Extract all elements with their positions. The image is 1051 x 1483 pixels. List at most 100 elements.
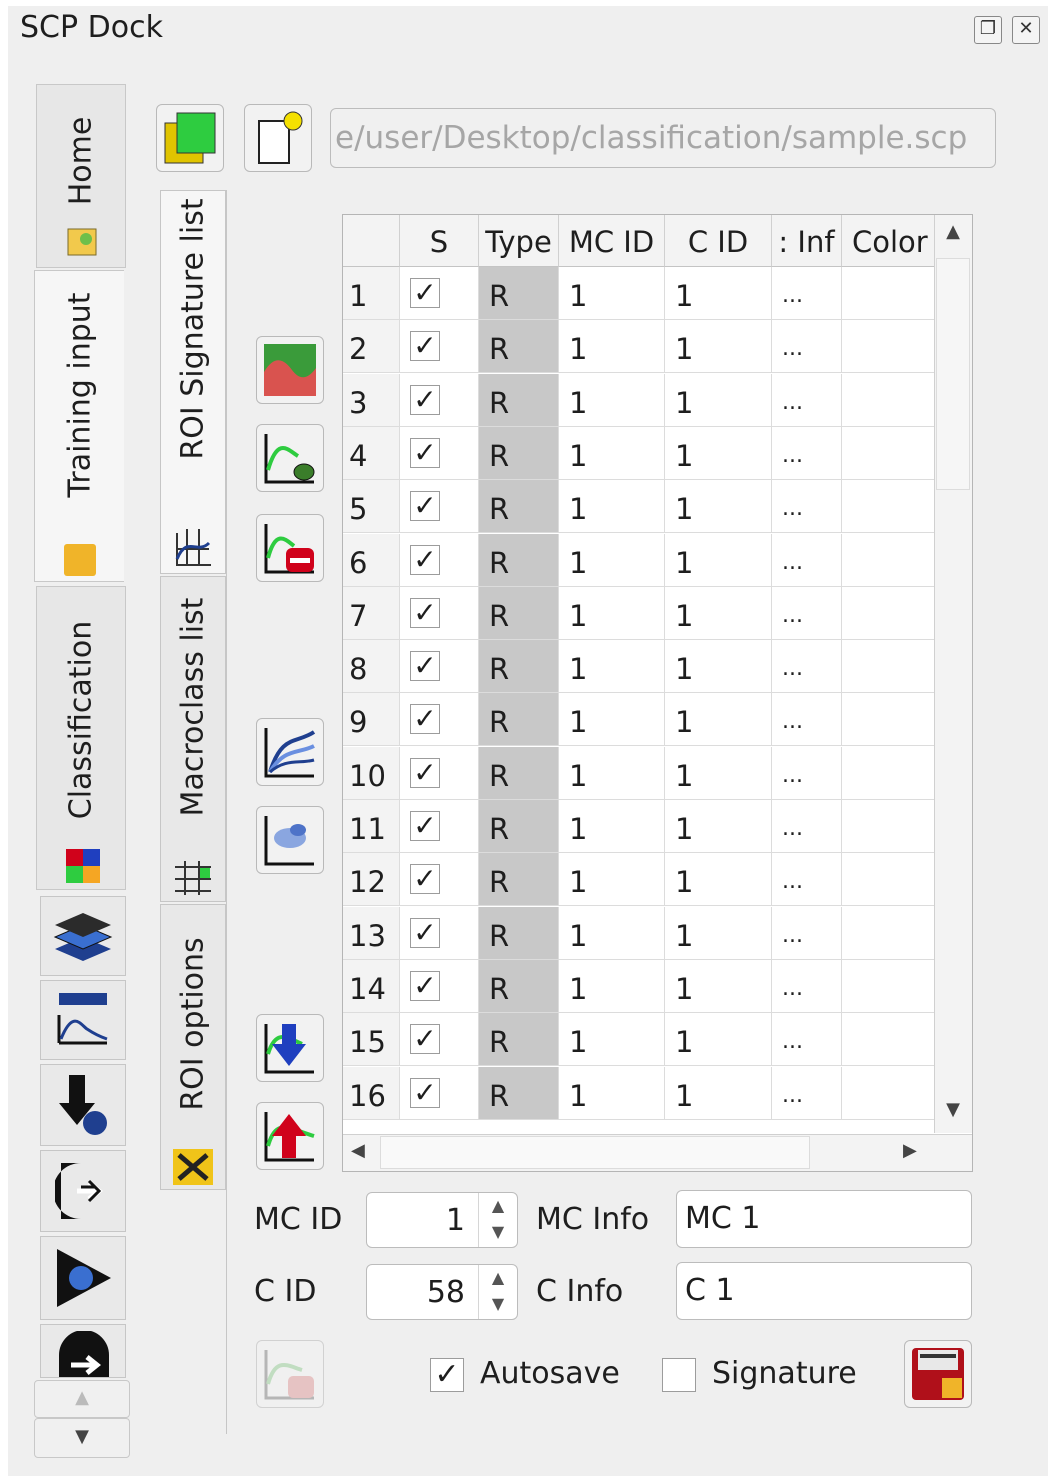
row-type[interactable]: R xyxy=(479,320,559,374)
row-info[interactable]: ... xyxy=(772,533,842,587)
table-row[interactable]: 1 ✓ R 1 1... xyxy=(343,267,937,320)
merge-spectral-signatures-button[interactable] xyxy=(256,336,324,404)
select-checkbox[interactable]: ✓ xyxy=(410,544,440,575)
row-color[interactable] xyxy=(842,906,936,960)
row-select-checkbox[interactable]: ✓ xyxy=(400,586,479,640)
select-checkbox[interactable]: ✓ xyxy=(410,331,440,362)
header-c-id[interactable]: C ID xyxy=(665,215,772,267)
mc-id-stepper-icon[interactable]: ▲ ▼ xyxy=(478,1193,517,1247)
select-checkbox[interactable]: ✓ xyxy=(410,917,440,948)
row-info[interactable]: ... xyxy=(772,426,842,480)
float-icon[interactable]: ❐ xyxy=(974,16,1002,44)
tab-home[interactable]: Home xyxy=(36,84,126,268)
table-row[interactable]: 13 ✓ R 1 1... xyxy=(343,906,937,960)
table-row[interactable]: 4 ✓ R 1 1... xyxy=(343,426,937,480)
row-color[interactable] xyxy=(842,426,936,480)
row-mc-id[interactable]: 1 xyxy=(559,959,665,1013)
row-select-checkbox[interactable]: ✓ xyxy=(400,426,479,480)
table-row[interactable]: 12 ✓ R 1 1... xyxy=(343,853,937,907)
delete-signature-button[interactable] xyxy=(256,514,324,582)
row-color[interactable] xyxy=(842,586,936,640)
horizontal-scrollbar-thumb[interactable] xyxy=(380,1136,810,1169)
row-type[interactable]: R xyxy=(479,267,559,320)
row-select-checkbox[interactable]: ✓ xyxy=(400,746,479,800)
row-type[interactable]: R xyxy=(479,533,559,587)
row-mc-id[interactable]: 1 xyxy=(559,426,665,480)
select-checkbox[interactable]: ✓ xyxy=(410,597,440,628)
row-type[interactable]: R xyxy=(479,853,559,907)
row-select-checkbox[interactable]: ✓ xyxy=(400,800,479,853)
table-row[interactable]: 16 ✓ R 1 1... xyxy=(343,1066,937,1120)
table-row[interactable]: 10 ✓ R 1 1... xyxy=(343,746,937,800)
select-checkbox[interactable]: ✓ xyxy=(410,1024,440,1055)
table-row[interactable]: 14 ✓ R 1 1... xyxy=(343,959,937,1013)
row-mc-id[interactable]: 1 xyxy=(559,906,665,960)
row-info[interactable]: ... xyxy=(772,853,842,907)
spectral-plot-button[interactable] xyxy=(256,718,324,786)
row-mc-id[interactable]: 1 xyxy=(559,1066,665,1120)
tab-band-processing[interactable] xyxy=(40,1236,126,1320)
scroll-right-arrow-icon[interactable]: ▶ xyxy=(903,1140,917,1161)
undo-save-button[interactable] xyxy=(256,1340,324,1408)
table-row[interactable]: 15 ✓ R 1 1... xyxy=(343,1013,937,1067)
row-select-checkbox[interactable]: ✓ xyxy=(400,693,479,747)
row-mc-id[interactable]: 1 xyxy=(559,480,665,534)
row-c-id[interactable]: 1 xyxy=(665,533,772,587)
row-select-checkbox[interactable]: ✓ xyxy=(400,853,479,907)
scroll-up-button[interactable]: ▲ xyxy=(34,1380,130,1418)
row-c-id[interactable]: 1 xyxy=(665,800,772,853)
select-checkbox[interactable]: ✓ xyxy=(410,811,440,841)
row-type[interactable]: R xyxy=(479,1013,559,1067)
calculate-signature-button[interactable] xyxy=(256,424,324,492)
row-c-id[interactable]: 1 xyxy=(665,906,772,960)
select-checkbox[interactable]: ✓ xyxy=(410,437,440,468)
select-checkbox[interactable]: ✓ xyxy=(410,864,440,895)
row-info[interactable]: ... xyxy=(772,800,842,853)
row-c-id[interactable]: 1 xyxy=(665,373,772,427)
table-row[interactable]: 2 ✓ R 1 1... xyxy=(343,320,937,374)
row-c-id[interactable]: 1 xyxy=(665,320,772,374)
tab-preprocessing[interactable] xyxy=(40,1150,126,1232)
row-info[interactable]: ... xyxy=(772,959,842,1013)
select-checkbox[interactable]: ✓ xyxy=(410,491,440,522)
row-type[interactable]: R xyxy=(479,746,559,800)
select-checkbox[interactable]: ✓ xyxy=(410,704,440,735)
row-info[interactable]: ... xyxy=(772,693,842,747)
signature-checkbox[interactable] xyxy=(662,1358,696,1392)
row-mc-id[interactable]: 1 xyxy=(559,320,665,374)
row-color[interactable] xyxy=(842,267,936,320)
open-training-input-button[interactable] xyxy=(244,104,312,172)
import-signatures-button[interactable] xyxy=(256,1014,324,1082)
row-select-checkbox[interactable]: ✓ xyxy=(400,480,479,534)
row-select-checkbox[interactable]: ✓ xyxy=(400,959,479,1013)
row-mc-id[interactable]: 1 xyxy=(559,586,665,640)
export-signatures-button[interactable] xyxy=(256,1102,324,1170)
row-c-id[interactable]: 1 xyxy=(665,746,772,800)
header-s[interactable]: S xyxy=(400,215,479,267)
select-checkbox[interactable]: ✓ xyxy=(410,970,440,1001)
scroll-left-arrow-icon[interactable]: ◀ xyxy=(351,1140,365,1161)
header-mc-id[interactable]: MC ID xyxy=(559,215,665,267)
mc-id-spinbox[interactable]: 1 ▲ ▼ xyxy=(366,1192,518,1248)
row-mc-id[interactable]: 1 xyxy=(559,640,665,694)
tab-macroclass-list[interactable]: Macroclass list xyxy=(160,576,226,902)
tab-spectral-plot[interactable] xyxy=(40,980,126,1060)
select-checkbox[interactable]: ✓ xyxy=(410,757,440,788)
tab-roi-signature-list[interactable]: ROI Signature list xyxy=(160,190,226,574)
table-row[interactable]: 7 ✓ R 1 1... xyxy=(343,586,937,640)
row-c-id[interactable]: 1 xyxy=(665,480,772,534)
row-info[interactable]: ... xyxy=(772,480,842,534)
row-color[interactable] xyxy=(842,693,936,747)
table-row[interactable]: 3 ✓ R 1 1... xyxy=(343,373,937,427)
row-type[interactable]: R xyxy=(479,480,559,534)
select-checkbox[interactable]: ✓ xyxy=(410,651,440,682)
row-select-checkbox[interactable]: ✓ xyxy=(400,533,479,587)
row-select-checkbox[interactable]: ✓ xyxy=(400,373,479,427)
vertical-scrollbar-thumb[interactable] xyxy=(936,258,970,490)
row-mc-id[interactable]: 1 xyxy=(559,693,665,747)
row-type[interactable]: R xyxy=(479,693,559,747)
row-info[interactable]: ... xyxy=(772,640,842,694)
row-select-checkbox[interactable]: ✓ xyxy=(400,906,479,960)
row-info[interactable]: ... xyxy=(772,906,842,960)
scatter-plot-button[interactable] xyxy=(256,806,324,874)
